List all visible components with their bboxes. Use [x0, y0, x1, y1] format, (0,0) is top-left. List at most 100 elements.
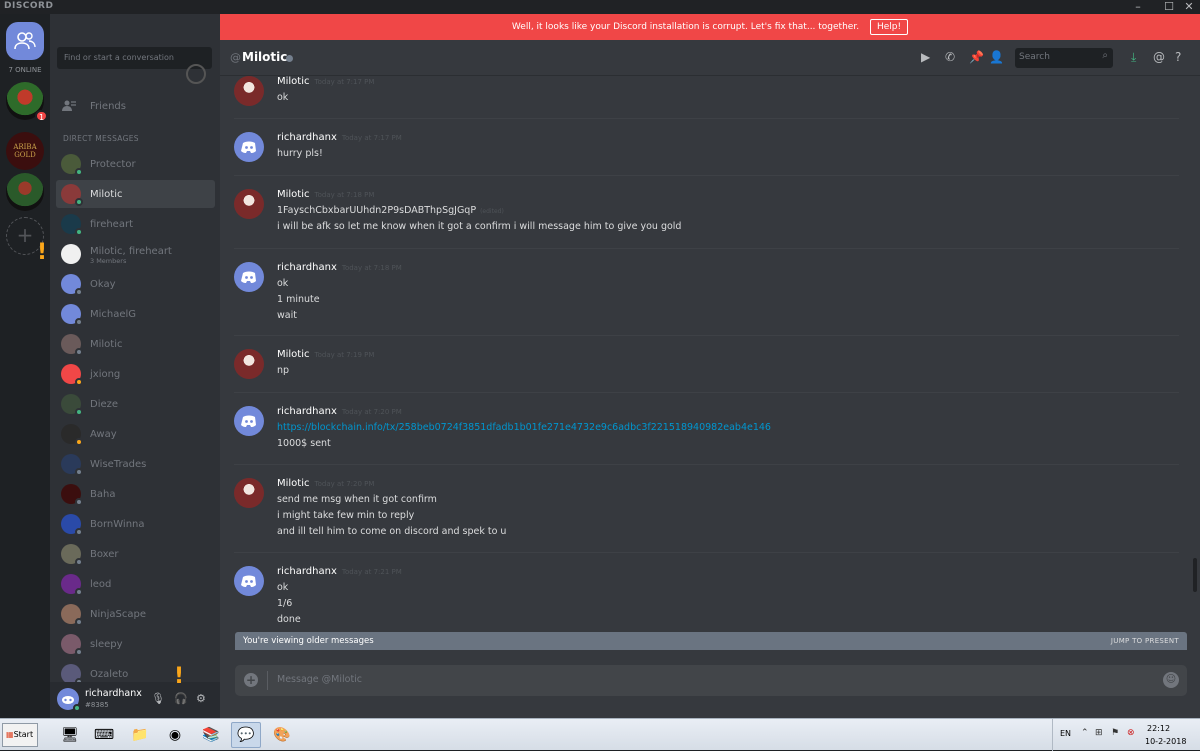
status-indicator	[75, 318, 83, 326]
mentions-icon[interactable]: @	[1153, 50, 1165, 64]
action-center-flag-icon[interactable]: ⚑	[1111, 728, 1119, 738]
status-indicator	[75, 228, 83, 236]
message-link[interactable]: https://blockchain.info/tx/258beb0724f38…	[277, 422, 771, 433]
message-author[interactable]: Milotic Today at 7:20 PM	[277, 478, 374, 489]
dm-list-item[interactable]: MichaelG	[56, 300, 215, 328]
friends-nav-item[interactable]: Friends	[62, 96, 212, 116]
dm-list-item[interactable]: sleepy	[56, 630, 215, 658]
message-author[interactable]: Milotic Today at 7:18 PM	[277, 189, 374, 200]
message-line: 1/6	[277, 598, 293, 609]
server-icon[interactable]: 1	[6, 82, 48, 122]
network-icon[interactable]: ⊞	[1095, 728, 1103, 738]
mute-microphone-icon[interactable]: 🎙	[151, 692, 165, 705]
video-call-icon[interactable]: ▶	[921, 50, 930, 64]
avatar[interactable]	[234, 262, 264, 292]
help-button[interactable]: Help!	[869, 19, 909, 35]
dm-list-item[interactable]: Milotic, fireheart 3 Members	[56, 240, 215, 268]
message-author[interactable]: Milotic Today at 7:19 PM	[277, 349, 374, 360]
message-divider	[234, 248, 1179, 249]
message-divider	[234, 175, 1179, 176]
message-author[interactable]: Milotic Today at 7:17 PM	[277, 76, 374, 87]
settings-gear-icon[interactable]: ⚙	[196, 692, 206, 705]
status-indicator	[75, 558, 83, 566]
scrollbar[interactable]	[1193, 558, 1197, 592]
taskbar-app-powershell[interactable]: ⌨	[89, 722, 119, 748]
clock-date[interactable]: 10-2-2018	[1145, 737, 1186, 746]
upload-plus-icon[interactable]: +	[244, 673, 258, 687]
dm-list-item[interactable]: Protector	[56, 150, 215, 178]
minimize-button[interactable]: –	[1127, 0, 1149, 14]
dm-list-item[interactable]: Baha	[56, 480, 215, 508]
status-indicator	[75, 288, 83, 296]
dm-name: BornWinna	[90, 518, 145, 530]
message-timestamp: Today at 7:21 PM	[341, 568, 402, 576]
channel-name: Milotic	[242, 50, 288, 64]
author-name: richardhanx	[277, 566, 337, 577]
avatar[interactable]	[234, 478, 264, 508]
dm-list-item[interactable]: NinjaScape	[56, 600, 215, 628]
older-messages-bar: You're viewing older messages JUMP TO PR…	[235, 632, 1187, 650]
dm-list-item[interactable]: Boxer	[56, 540, 215, 568]
home-button[interactable]	[6, 22, 44, 60]
message-input[interactable]: Message @Milotic	[277, 674, 362, 685]
edited-marker: (edited)	[480, 208, 504, 215]
avatar	[61, 544, 83, 566]
help-icon[interactable]: ?	[1175, 50, 1181, 64]
avatar[interactable]	[234, 76, 264, 106]
maximize-button[interactable]: ☐	[1158, 0, 1180, 14]
jump-to-present-button[interactable]: JUMP TO PRESENT	[1111, 637, 1179, 645]
close-button[interactable]: ✕	[1178, 0, 1200, 14]
taskbar-app-discord[interactable]: 💬	[231, 722, 261, 748]
emoji-picker-icon[interactable]: ☺	[1163, 672, 1179, 688]
taskbar-app-winrar[interactable]: 📚	[196, 722, 226, 748]
download-icon[interactable]: ⤓	[1131, 50, 1136, 65]
dm-list-item[interactable]: BornWinna	[56, 510, 215, 538]
dm-name: jxiong	[90, 368, 121, 380]
dm-list-item[interactable]: Dieze	[56, 390, 215, 418]
avatar	[61, 664, 83, 686]
voice-call-icon[interactable]: ✆	[945, 50, 955, 64]
dm-list-item[interactable]: Okay	[56, 270, 215, 298]
language-indicator[interactable]: EN	[1060, 729, 1071, 738]
dm-list-item[interactable]: Away	[56, 420, 215, 448]
server-icon-ariba-gold[interactable]: ARIBA GOLD	[6, 132, 44, 170]
dm-list-item[interactable]: leod	[56, 570, 215, 598]
avatar[interactable]	[234, 406, 264, 436]
show-hidden-icons-icon[interactable]: ⌃	[1081, 728, 1089, 738]
message-timestamp: Today at 7:17 PM	[341, 134, 402, 142]
dm-list-item[interactable]: Milotic	[56, 180, 215, 208]
taskbar-app-explorer[interactable]: 📁	[125, 722, 155, 748]
pin-icon[interactable]: 📌	[969, 50, 984, 64]
error-icon[interactable]: ⊗	[1127, 728, 1135, 738]
dm-name: MichaelG	[90, 308, 137, 320]
message-author[interactable]: richardhanx Today at 7:18 PM	[277, 262, 402, 273]
taskbar-app-paint[interactable]: 🎨	[267, 722, 297, 748]
message-author[interactable]: richardhanx Today at 7:17 PM	[277, 132, 402, 143]
message-divider	[234, 464, 1179, 465]
headphones-icon[interactable]: 🎧	[174, 692, 188, 705]
clock-time[interactable]: 22:12	[1147, 724, 1170, 733]
dm-list-item[interactable]: fireheart	[56, 210, 215, 238]
dm-list-item[interactable]: jxiong	[56, 360, 215, 388]
taskbar-app-chrome[interactable]: ◉	[160, 722, 190, 748]
at-sign-icon: @	[230, 51, 241, 64]
avatar[interactable]	[234, 349, 264, 379]
add-friend-icon[interactable]: 👤	[989, 50, 1004, 64]
avatar[interactable]	[234, 566, 264, 596]
server-icon[interactable]	[6, 173, 44, 211]
message-divider	[234, 335, 1179, 336]
search-input[interactable]: Search ⌕	[1015, 48, 1113, 68]
avatar[interactable]	[234, 132, 264, 162]
message-list[interactable]: Milotic Today at 7:17 PM ok richardhanx Toda…	[220, 76, 1190, 632]
avatar[interactable]	[57, 688, 81, 712]
dm-list-item[interactable]: WiseTrades	[56, 450, 215, 478]
message-author[interactable]: richardhanx Today at 7:20 PM	[277, 406, 402, 417]
taskbar-app-server-manager[interactable]: 🖥	[55, 722, 85, 748]
start-button[interactable]: ▦Start	[2, 723, 38, 747]
author-name: Milotic	[277, 349, 310, 360]
message-text: 1/6	[277, 598, 292, 609]
status-indicator	[286, 55, 293, 62]
message-author[interactable]: richardhanx Today at 7:21 PM	[277, 566, 402, 577]
dm-list-item[interactable]: Milotic	[56, 330, 215, 358]
avatar[interactable]	[234, 189, 264, 219]
